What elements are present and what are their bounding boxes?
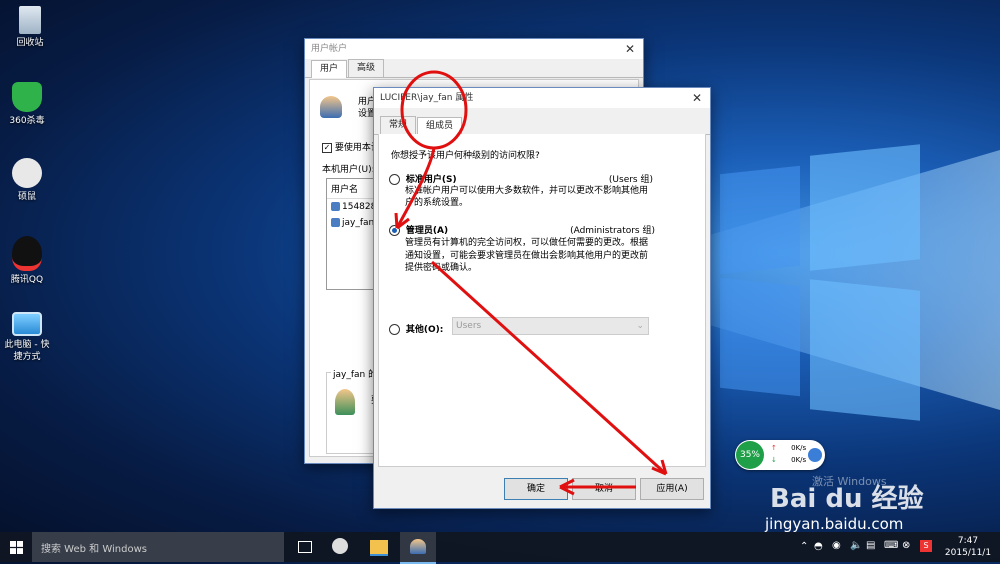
file-explorer-icon[interactable]	[370, 540, 388, 556]
clock[interactable]: 7:47 2015/11/1	[944, 535, 992, 559]
standard-user-group: (Users 组)	[608, 175, 653, 185]
checkbox-box[interactable]: ✓	[322, 142, 332, 153]
list-item-label: jay_fan	[342, 218, 375, 228]
standard-user-option[interactable]: 标准用户(S) (Users 组)	[389, 172, 689, 185]
tab-bar: 用户 高级	[305, 59, 643, 78]
close-tray-icon[interactable]: ⊗	[902, 540, 910, 551]
memory-percent-badge: 35%	[736, 441, 764, 469]
title-bar: 用户帐户 ✕	[305, 39, 643, 59]
use-password-checkbox[interactable]: ✓ 要使用本计	[322, 140, 380, 153]
desktop-icon-360[interactable]: 360杀毒	[0, 82, 57, 127]
computer-icon	[12, 312, 42, 336]
tray-chevron-icon[interactable]: ⌃	[800, 541, 808, 552]
down-arrow-icon: ↓	[771, 456, 777, 464]
search-box[interactable]: 搜索 Web 和 Windows	[32, 532, 284, 562]
admin-group: (Administrators 组)	[570, 226, 655, 236]
admin-description: 管理员有计算机的完全访问权，可以做任何需要的更改。根据通知设置，可能会要求管理员…	[405, 238, 649, 273]
select-value: Users	[456, 321, 482, 331]
dialog-title: 用户帐户	[311, 44, 348, 54]
clock-time: 7:47	[957, 536, 979, 546]
standard-user-label: 标准用户(S)	[405, 175, 457, 185]
users-icon	[410, 539, 426, 554]
notification-icon[interactable]: ▤	[866, 540, 875, 551]
chevron-down-icon: ⌄	[636, 321, 644, 331]
baidu-watermark: Bai du 经验	[770, 484, 924, 514]
download-value: 0K/s	[791, 456, 807, 464]
user-icon	[331, 218, 340, 227]
tab-bar: 常规 组成员	[374, 116, 710, 135]
qq-penguin-icon	[12, 236, 42, 271]
standard-user-description: 标准帐户用户可以使用大多数软件，并可以更改不影响其他用户的系统设置。	[405, 186, 649, 208]
local-users-label: 本机用户(U):	[322, 165, 375, 175]
network-icon[interactable]: ◉	[832, 540, 841, 551]
tab-advanced[interactable]: 高级	[348, 59, 385, 77]
group-panel: 你想授予该用户何种级别的访问权限? 标准用户(S) (Users 组) 标准帐户…	[378, 134, 706, 467]
close-icon[interactable]: ✕	[692, 88, 702, 108]
other-label: 其他(O):	[405, 325, 444, 335]
net-speed-widget[interactable]: 35% ↑ 0K/s ↓ 0K/s	[735, 440, 825, 470]
user-icon	[331, 202, 340, 211]
pinwheel-app-icon[interactable]	[332, 538, 348, 554]
search-input[interactable]: 搜索 Web 和 Windows	[41, 540, 147, 555]
volume-icon[interactable]: 🔈	[850, 540, 862, 551]
tab-group-membership[interactable]: 组成员	[417, 117, 463, 135]
shield-icon	[12, 82, 42, 112]
desktop-icon-label: 硕鼠	[17, 192, 36, 202]
mouse-app-icon	[12, 158, 42, 188]
other-radio[interactable]	[389, 324, 400, 335]
cancel-button[interactable]: 取消	[572, 478, 636, 500]
other-option[interactable]: 其他(O):	[389, 322, 443, 335]
close-icon[interactable]: ✕	[625, 39, 635, 59]
desktop-icon-label: 回收站	[16, 38, 44, 48]
users-icon	[320, 96, 342, 118]
keyboard-icon[interactable]: ⌨	[884, 540, 898, 551]
baidu-url: jingyan.baidu.com	[765, 515, 904, 533]
upload-speed: ↑ 0K/s	[771, 444, 806, 452]
desktop-icon-label: 此电脑 - 快捷方式	[4, 340, 50, 362]
desktop-icon-label: 360杀毒	[9, 116, 45, 126]
desktop-icon-recycle-bin[interactable]: 回收站	[0, 6, 60, 49]
taskbar: 搜索 Web 和 Windows ⌃ ◓ ◉ 🔈 ▤ ⌨ ⊗ S 7:47 20…	[0, 532, 1000, 564]
admin-option[interactable]: 管理员(A) (Administrators 组)	[389, 223, 689, 236]
tab-users[interactable]: 用户	[311, 60, 348, 78]
tab-general[interactable]: 常规	[380, 116, 417, 134]
user-avatar-icon	[335, 389, 355, 415]
admin-label: 管理员(A)	[405, 226, 449, 236]
task-view-icon[interactable]	[298, 541, 312, 553]
desktop-icon-qq[interactable]: 腾讯QQ	[0, 236, 57, 286]
ime-icon[interactable]: S	[920, 540, 932, 552]
other-group-select: Users ⌄	[452, 317, 649, 335]
desktop-icon-shuoshu[interactable]: 硕鼠	[0, 158, 57, 203]
windows-logo-icon	[10, 541, 23, 554]
ok-button[interactable]: 确定	[504, 478, 568, 500]
recycle-bin-icon	[19, 6, 41, 34]
tray-app-icon[interactable]: ◓	[814, 541, 823, 552]
download-speed: ↓ 0K/s	[771, 456, 806, 464]
user-accounts-taskbar-icon[interactable]	[400, 532, 436, 564]
title-bar: LUCIFER\jay_fan 属性 ✕	[374, 88, 710, 108]
clock-date: 2015/11/1	[944, 548, 992, 558]
apply-button[interactable]: 应用(A)	[640, 478, 704, 500]
upload-value: 0K/s	[791, 444, 807, 452]
accelerate-icon[interactable]	[808, 448, 822, 462]
access-question: 你想授予该用户何种级别的访问权限?	[391, 151, 540, 161]
desktop-icon-label: 腾讯QQ	[10, 275, 44, 285]
start-button[interactable]	[10, 541, 23, 554]
up-arrow-icon: ↑	[771, 444, 777, 452]
desktop-icon-this-pc[interactable]: 此电脑 - 快捷方式	[0, 312, 57, 363]
dialog-title: LUCIFER\jay_fan 属性	[380, 93, 474, 103]
admin-radio[interactable]	[389, 225, 400, 236]
user-properties-dialog: LUCIFER\jay_fan 属性 ✕ 常规 组成员 你想授予该用户何种级别的…	[373, 87, 711, 509]
standard-user-radio[interactable]	[389, 174, 400, 185]
